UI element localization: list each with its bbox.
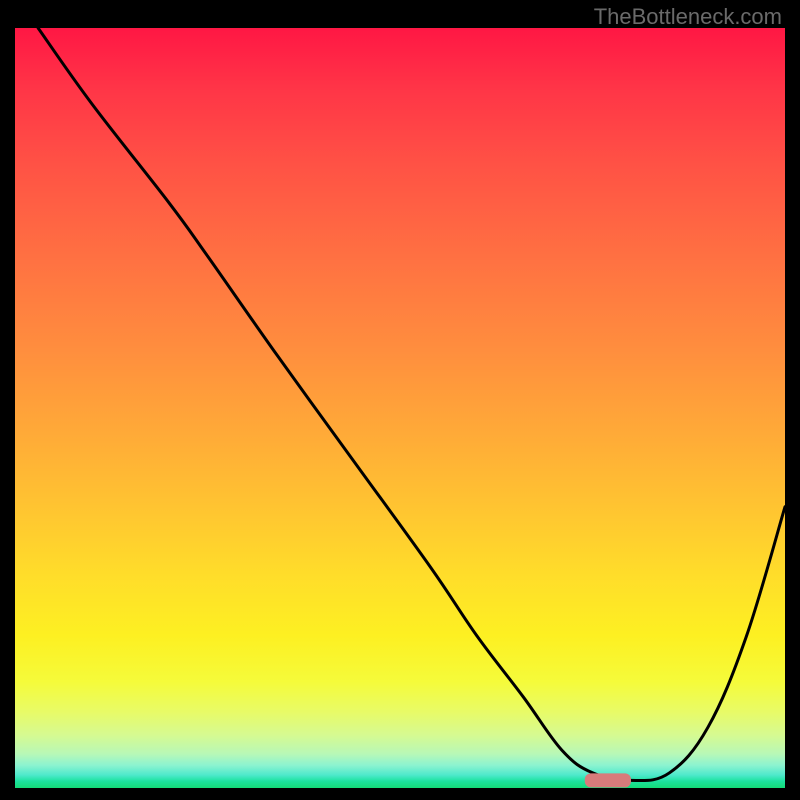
bottleneck-curve-line — [38, 28, 785, 781]
chart-svg — [15, 28, 785, 788]
chart-plot-area — [15, 28, 785, 788]
watermark-text: TheBottleneck.com — [594, 4, 782, 30]
optimal-marker — [585, 773, 631, 787]
